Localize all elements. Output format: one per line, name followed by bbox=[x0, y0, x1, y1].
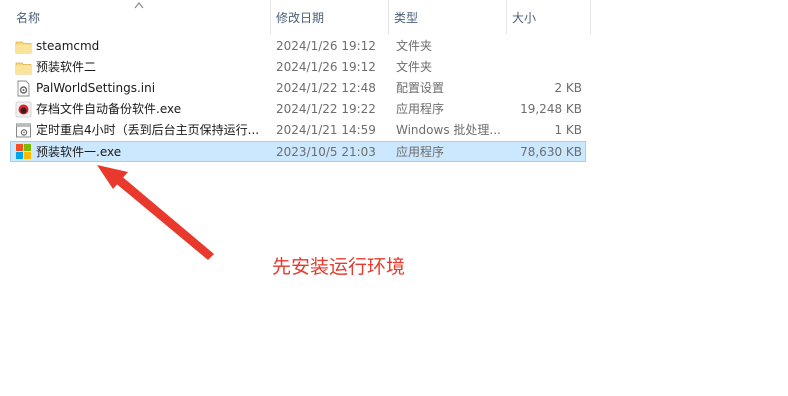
annotation-arrow bbox=[97, 165, 214, 260]
annotation-text: 先安装运行环境 bbox=[272, 256, 406, 278]
